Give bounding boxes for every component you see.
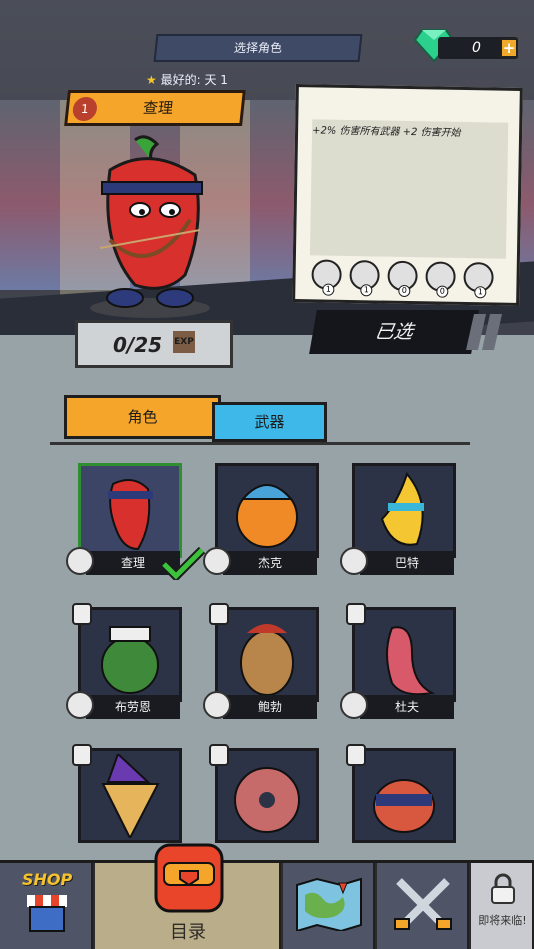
coming-soon-label: 即将来临! — [478, 914, 527, 927]
stat-value: 1 — [474, 286, 487, 299]
lock-icon — [72, 603, 92, 625]
add-gems-button[interactable]: + — [500, 38, 518, 58]
lock-icon — [346, 744, 366, 766]
stat-value: 1 — [360, 284, 373, 297]
character-card[interactable]: 布劳恩 — [66, 603, 182, 719]
shop-icon — [27, 895, 67, 932]
catalog-label: 目录 — [170, 922, 206, 943]
lock-icon — [72, 744, 92, 766]
character-portrait — [234, 767, 300, 833]
checkmark-icon — [160, 546, 206, 580]
character-name: 杜夫 — [360, 695, 454, 719]
stripes-decoration — [466, 314, 502, 350]
nav-locked[interactable] — [471, 863, 534, 949]
character-portrait — [108, 479, 153, 551]
favorite-value: 天 1 — [204, 73, 228, 87]
character-name: 布劳恩 — [86, 695, 180, 719]
character-name: 巴特 — [360, 551, 454, 575]
arrow-up-icon[interactable]: 0 — [425, 261, 456, 298]
character-card[interactable] — [209, 744, 319, 860]
wizard-hat-icon[interactable]: 0 — [387, 260, 418, 298]
hero-stats: 1 1 0 0 1 — [311, 259, 494, 299]
crossed-swords-icon — [394, 878, 452, 930]
shop-label: SHOP — [22, 870, 73, 889]
tab-roles[interactable]: 角色 — [64, 395, 221, 439]
character-name: 杰克 — [223, 551, 317, 575]
zombie-face-icon[interactable]: 1 — [311, 259, 342, 296]
zombie-face-icon — [340, 547, 368, 575]
character-card[interactable]: 杜夫 — [340, 603, 456, 719]
character-portrait — [380, 471, 424, 546]
character-card[interactable]: 鲍勃 — [203, 603, 319, 719]
page-title: 选择角色 — [153, 34, 363, 62]
character-card[interactable]: 杰克 — [203, 463, 319, 575]
map-icon — [296, 877, 362, 931]
hero-portrait — [90, 135, 210, 318]
knife-icon — [66, 547, 94, 575]
exp-progress: 0/25 EXP — [75, 320, 233, 368]
description-area — [309, 119, 509, 259]
character-portrait — [373, 779, 435, 833]
tab-weapons[interactable]: 武器 — [212, 402, 327, 442]
character-portrait — [236, 484, 298, 548]
meat-icon[interactable]: 1 — [463, 261, 494, 299]
meat-icon — [66, 691, 94, 719]
lock-icon — [491, 873, 515, 904]
knife-icon — [203, 691, 231, 719]
character-portrait — [101, 754, 160, 838]
character-card[interactable]: 巴特 — [340, 463, 456, 575]
exp-value: 0/25 — [113, 333, 163, 357]
character-portrait — [386, 626, 436, 696]
character-portrait — [101, 626, 159, 694]
character-card[interactable] — [346, 744, 456, 860]
lock-icon — [209, 744, 229, 766]
meat-icon — [203, 547, 231, 575]
nav-battle[interactable] — [377, 863, 469, 949]
star-icon: ★ — [146, 73, 157, 87]
hero-name: 查理 — [142, 99, 174, 117]
character-name: 鲍勃 — [223, 695, 317, 719]
nav-map[interactable] — [283, 863, 375, 949]
lock-icon — [346, 603, 366, 625]
lock-icon — [209, 603, 229, 625]
stat-value: 0 — [436, 285, 449, 298]
best-record: ★ 最好的: 天 1 — [146, 71, 228, 88]
stat-value: 0 — [398, 284, 411, 298]
zombie-face-icon — [340, 691, 368, 719]
selected-button[interactable]: 已选 — [309, 310, 479, 354]
favorite-label: 最好的: — [160, 73, 201, 87]
hero-name-banner: 1 查理 — [64, 90, 246, 126]
backpack-icon — [154, 843, 224, 913]
exp-icon: EXP — [173, 331, 195, 353]
hero-info-panel: +2% 伤害所有武器 +2 伤害开始 1 1 0 0 1 — [292, 84, 523, 306]
character-portrait — [240, 624, 294, 696]
stat-value: 1 — [322, 283, 335, 296]
knife-icon[interactable]: 1 — [349, 260, 380, 297]
tab-divider — [50, 442, 470, 445]
